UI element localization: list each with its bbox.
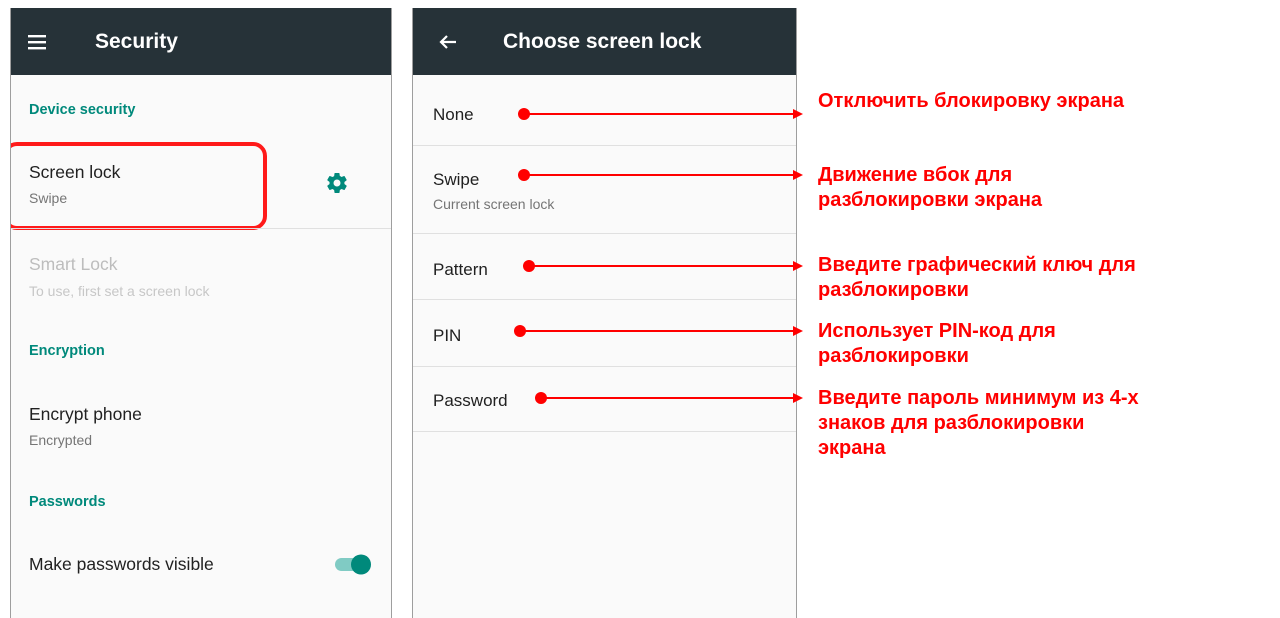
annotation-pattern-line: Введите графический ключ для xyxy=(818,254,1136,276)
annotation-pin-line: разблокировки xyxy=(818,345,969,367)
annotation-password: Введите пароль минимум из 4-х знаков для… xyxy=(818,386,1273,461)
annotation-swipe: Движение вбок для разблокировки экрана xyxy=(818,163,1273,213)
annotation-none: Отключить блокировку экрана xyxy=(818,89,1273,114)
arrow-password xyxy=(535,392,803,404)
annotation-password-line: знаков для разблокировки xyxy=(818,412,1085,434)
annotation-pin-line: Использует PIN-код для xyxy=(818,320,1056,342)
annotation-pattern: Введите графический ключ для разблокиров… xyxy=(818,253,1273,303)
arrow-pin xyxy=(514,325,803,337)
annotation-password-line: Введите пароль минимум из 4-х xyxy=(818,387,1139,409)
annotation-pattern-line: разблокировки xyxy=(818,279,969,301)
arrow-swipe xyxy=(518,169,803,181)
annotation-pin: Использует PIN-код для разблокировки xyxy=(818,319,1273,369)
annotation-swipe-line: Движение вбок для xyxy=(818,164,1013,186)
annotation-swipe-line: разблокировки экрана xyxy=(818,189,1043,211)
arrow-pattern xyxy=(523,260,803,272)
annotation-none-line: Отключить блокировку экрана xyxy=(818,90,1125,112)
arrow-none xyxy=(518,108,803,120)
annotation-password-line: экрана xyxy=(818,437,886,459)
